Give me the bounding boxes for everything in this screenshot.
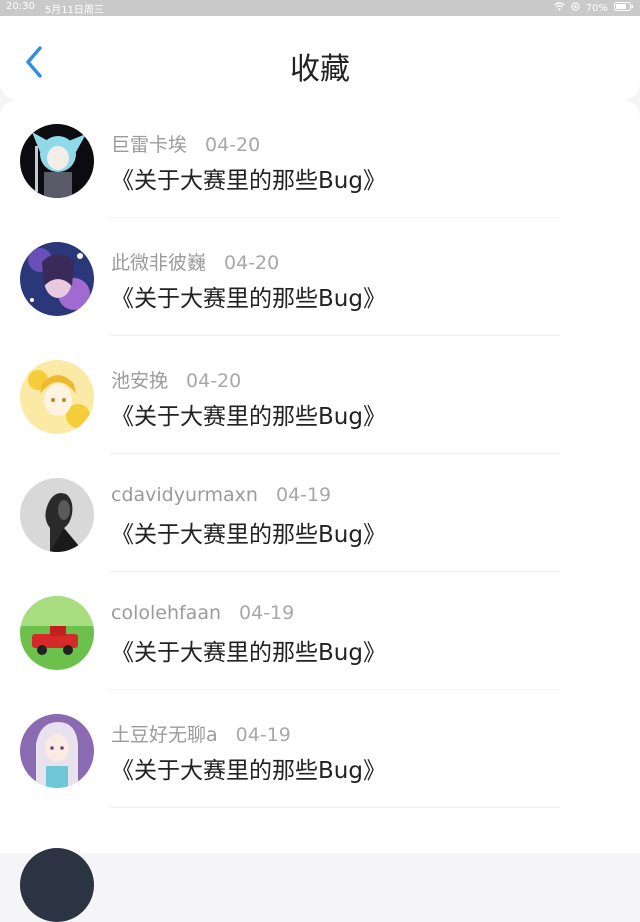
avatar[interactable] [20,848,94,922]
list-item[interactable]: cololehfaan 04-19 《关于大赛里的那些Bug》 [0,572,640,690]
post-date: 04-20 [224,252,280,274]
author-name[interactable]: cdavidyurmaxn [111,484,258,506]
post-title[interactable]: 《关于大赛里的那些Bug》 [111,279,386,313]
favorites-list: 巨雷卡埃 04-20 《关于大赛里的那些Bug》 此微非彼巍 04-20 《关于大赛… [0,100,640,853]
list-item[interactable]: 巨雷卡埃 04-20 《关于大赛里的那些Bug》 [0,100,640,218]
battery-icon [614,2,634,14]
author-name[interactable]: 池安挽 [111,370,168,392]
avatar[interactable] [20,714,94,788]
navigation-bar: 收藏 [0,16,640,100]
author-name[interactable]: 巨雷卡埃 [111,134,187,156]
author-name[interactable]: 此微非彼巍 [111,252,206,274]
author-name[interactable]: cololehfaan [111,602,221,624]
item-meta: 巨雷卡埃 04-20 [111,130,260,157]
item-meta: cololehfaan 04-19 [111,602,294,624]
list-item[interactable]: 土豆好无聊a 04-19 《关于大赛里的那些Bug》 [0,690,640,808]
status-date: 5月11日周三 [44,4,104,16]
post-date: 04-19 [235,724,291,746]
avatar[interactable] [20,242,94,316]
post-date: 04-20 [186,370,242,392]
item-meta: 此微非彼巍 04-20 [111,248,279,275]
post-title[interactable]: 《关于大赛里的那些Bug》 [111,161,386,195]
item-meta: 池安挽 04-20 [111,366,241,393]
status-time: 20:30 [6,0,35,12]
post-date: 04-19 [239,602,295,624]
post-date: 04-20 [205,134,261,156]
avatar[interactable] [20,360,94,434]
list-item[interactable]: cdavidyurmaxn 04-19 《关于大赛里的那些Bug》 [0,454,640,572]
orientation-lock-icon [571,2,580,14]
list-item[interactable]: 此微非彼巍 04-20 《关于大赛里的那些Bug》 [0,218,640,336]
post-title[interactable]: 《关于大赛里的那些Bug》 [111,515,386,549]
divider [110,807,560,808]
avatar[interactable] [20,478,94,552]
avatar[interactable] [20,596,94,670]
page-title: 收藏 [290,52,350,87]
avatar[interactable] [20,124,94,198]
post-title[interactable]: 《关于大赛里的那些Bug》 [111,751,386,785]
battery-percent: 70% [585,2,608,14]
post-date: 04-19 [275,484,332,506]
list-item[interactable]: 池安挽 04-20 《关于大赛里的那些Bug》 [0,336,640,454]
post-title[interactable]: 《关于大赛里的那些Bug》 [111,633,386,667]
author-name[interactable]: 土豆好无聊a [111,724,218,746]
status-bar: 20:30 5月11日周三 70% [0,0,640,16]
wifi-icon [553,2,565,14]
post-title[interactable]: 《关于大赛里的那些Bug》 [111,397,386,431]
item-meta: cdavidyurmaxn 04-19 [111,484,331,506]
item-meta: 土豆好无聊a 04-19 [111,720,291,747]
